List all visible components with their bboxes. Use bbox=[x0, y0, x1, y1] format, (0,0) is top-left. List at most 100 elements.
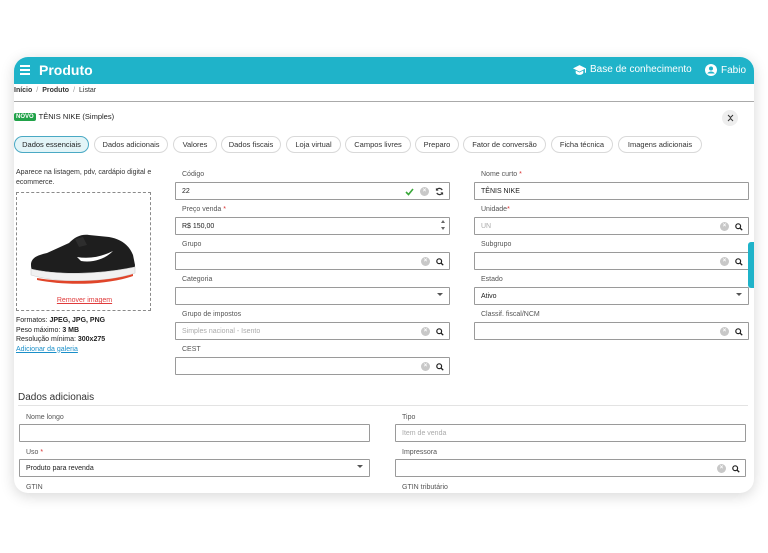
unidade-input[interactable]: UN × bbox=[474, 217, 749, 235]
breadcrumb-produto[interactable]: Produto bbox=[42, 87, 69, 94]
search-icon[interactable] bbox=[732, 464, 740, 473]
estado-label: Estado bbox=[481, 276, 503, 283]
tab-imagens-adicionais[interactable]: Imagens adicionais bbox=[618, 136, 702, 153]
tab-valores[interactable]: Valores bbox=[173, 136, 217, 153]
nome-longo-input[interactable] bbox=[19, 424, 370, 442]
breadcrumb-listar: Listar bbox=[79, 87, 97, 94]
clear-icon[interactable]: × bbox=[717, 464, 726, 473]
refresh-icon[interactable] bbox=[435, 187, 444, 196]
impressora-label: Impressora bbox=[402, 449, 438, 456]
menu-icon[interactable] bbox=[20, 65, 30, 75]
image-note: Aparece na listagem, pdv, cardápio digit… bbox=[16, 169, 152, 186]
product-name: TÊNIS NIKE (Simples) bbox=[38, 112, 115, 121]
search-icon[interactable] bbox=[735, 257, 743, 266]
tab-dados-essenciais[interactable]: Dados essenciais bbox=[14, 136, 89, 153]
image-dropzone[interactable]: Remover imagem bbox=[16, 192, 151, 311]
search-icon[interactable] bbox=[436, 362, 444, 371]
remove-image-link[interactable]: Remover imagem bbox=[17, 297, 152, 304]
chevron-down-icon bbox=[357, 465, 363, 468]
categoria-label: Categoria bbox=[182, 276, 213, 283]
min-res-value: 300x275 bbox=[77, 336, 106, 343]
graduation-cap-icon bbox=[573, 64, 586, 75]
search-icon[interactable] bbox=[436, 327, 444, 336]
chevron-down-icon bbox=[736, 293, 742, 296]
nome-curto-label-text: Nome curto bbox=[481, 171, 518, 178]
max-weight-value: 3 MB bbox=[62, 326, 80, 334]
side-feedback-tab[interactable] bbox=[748, 242, 754, 288]
knowledge-base-link[interactable]: Base de conhecimento bbox=[573, 64, 692, 75]
min-res-label: Resolução mínima: bbox=[16, 336, 76, 343]
price-stepper[interactable] bbox=[441, 220, 445, 230]
top-bar: Produto Base de conhecimento Fabio bbox=[14, 57, 754, 84]
clear-icon[interactable]: × bbox=[420, 187, 429, 196]
preco-venda-input[interactable]: R$ 150,00 bbox=[175, 217, 450, 235]
tab-fator-conversao[interactable]: Fator de conversão bbox=[463, 136, 546, 153]
breadcrumb-separator: / bbox=[36, 87, 39, 94]
clear-icon[interactable]: × bbox=[720, 257, 729, 266]
search-icon[interactable] bbox=[735, 222, 743, 231]
categoria-select[interactable] bbox=[175, 287, 450, 305]
knowledge-base-label: Base de conhecimento bbox=[590, 64, 692, 75]
tab-dados-fiscais[interactable]: Dados fiscais bbox=[221, 136, 281, 153]
codigo-input[interactable]: 22 × bbox=[175, 182, 450, 200]
search-icon[interactable] bbox=[436, 257, 444, 266]
user-icon bbox=[705, 64, 717, 76]
chevron-down-icon bbox=[437, 293, 443, 296]
clear-icon[interactable]: × bbox=[720, 222, 729, 231]
product-header: NOVO TÊNIS NIKE (Simples) bbox=[14, 112, 114, 121]
subgrupo-input[interactable]: × bbox=[474, 252, 749, 270]
clear-icon[interactable]: × bbox=[421, 362, 430, 371]
max-weight-label: Peso máximo: bbox=[16, 326, 61, 334]
nome-curto-label: Nome curto * bbox=[481, 171, 522, 178]
grupo-input[interactable]: × bbox=[175, 252, 450, 270]
collapse-button[interactable] bbox=[722, 110, 738, 126]
preco-venda-label-text: Preço venda bbox=[182, 206, 222, 213]
tab-preparo[interactable]: Preparo bbox=[415, 136, 459, 153]
unidade-label: Unidade* bbox=[481, 206, 510, 213]
search-icon[interactable] bbox=[735, 327, 743, 336]
cest-input[interactable]: × bbox=[175, 357, 450, 375]
clear-icon[interactable]: × bbox=[720, 327, 729, 336]
clear-icon[interactable]: × bbox=[421, 327, 430, 336]
cest-label: CEST bbox=[182, 346, 201, 353]
classif-fiscal-input[interactable]: × bbox=[474, 322, 749, 340]
new-badge: NOVO bbox=[14, 112, 36, 121]
required-mark: * bbox=[40, 449, 44, 456]
grupo-impostos-input[interactable]: Simples nacional - Isento × bbox=[175, 322, 450, 340]
required-mark: * bbox=[507, 206, 510, 213]
preco-venda-label: Preço venda * bbox=[182, 206, 226, 213]
gtin-tributario-label: GTIN tributário bbox=[402, 484, 448, 491]
tab-loja-virtual[interactable]: Loja virtual bbox=[286, 136, 341, 153]
tab-campos-livres[interactable]: Campos livres bbox=[345, 136, 411, 153]
impressora-input[interactable]: × bbox=[395, 459, 746, 477]
formats-value: JPEG, JPG, PNG bbox=[49, 317, 106, 324]
user-menu[interactable]: Fabio bbox=[705, 64, 746, 76]
nome-curto-input[interactable]: TÊNIS NIKE bbox=[474, 182, 749, 200]
uso-select[interactable]: Produto para revenda bbox=[19, 459, 370, 477]
app-window: Produto Base de conhecimento Fabio Iníci… bbox=[14, 57, 754, 493]
uso-value: Produto para revenda bbox=[26, 464, 94, 472]
codigo-value: 22 bbox=[182, 187, 190, 195]
check-icon bbox=[405, 187, 414, 196]
uso-label: Uso * bbox=[26, 449, 43, 456]
breadcrumb: Início / Produto / Listar bbox=[14, 87, 96, 94]
clear-icon[interactable]: × bbox=[421, 257, 430, 266]
tipo-placeholder: Item de venda bbox=[402, 429, 447, 437]
section-divider bbox=[18, 405, 748, 406]
tab-dados-adicionais[interactable]: Dados adicionais bbox=[94, 136, 168, 153]
section-dados-adicionais-title: Dados adicionais bbox=[18, 392, 95, 403]
collapse-icon bbox=[727, 114, 733, 122]
codigo-label: Código bbox=[182, 171, 205, 178]
add-from-gallery-link[interactable]: Adicionar da galeria bbox=[16, 345, 105, 355]
grupo-impostos-label: Grupo de impostos bbox=[182, 311, 242, 318]
app-title: Produto bbox=[39, 62, 93, 78]
tipo-input[interactable]: Item de venda bbox=[395, 424, 746, 442]
breadcrumb-home[interactable]: Início bbox=[14, 87, 32, 94]
estado-select[interactable]: Ativo bbox=[474, 287, 749, 305]
tab-ficha-tecnica[interactable]: Ficha técnica bbox=[551, 136, 613, 153]
subgrupo-label: Subgrupo bbox=[481, 241, 512, 248]
user-name: Fabio bbox=[721, 64, 747, 76]
unidade-placeholder: UN bbox=[481, 222, 492, 230]
gtin-label: GTIN bbox=[26, 484, 43, 491]
grupo-label: Grupo bbox=[182, 241, 202, 248]
